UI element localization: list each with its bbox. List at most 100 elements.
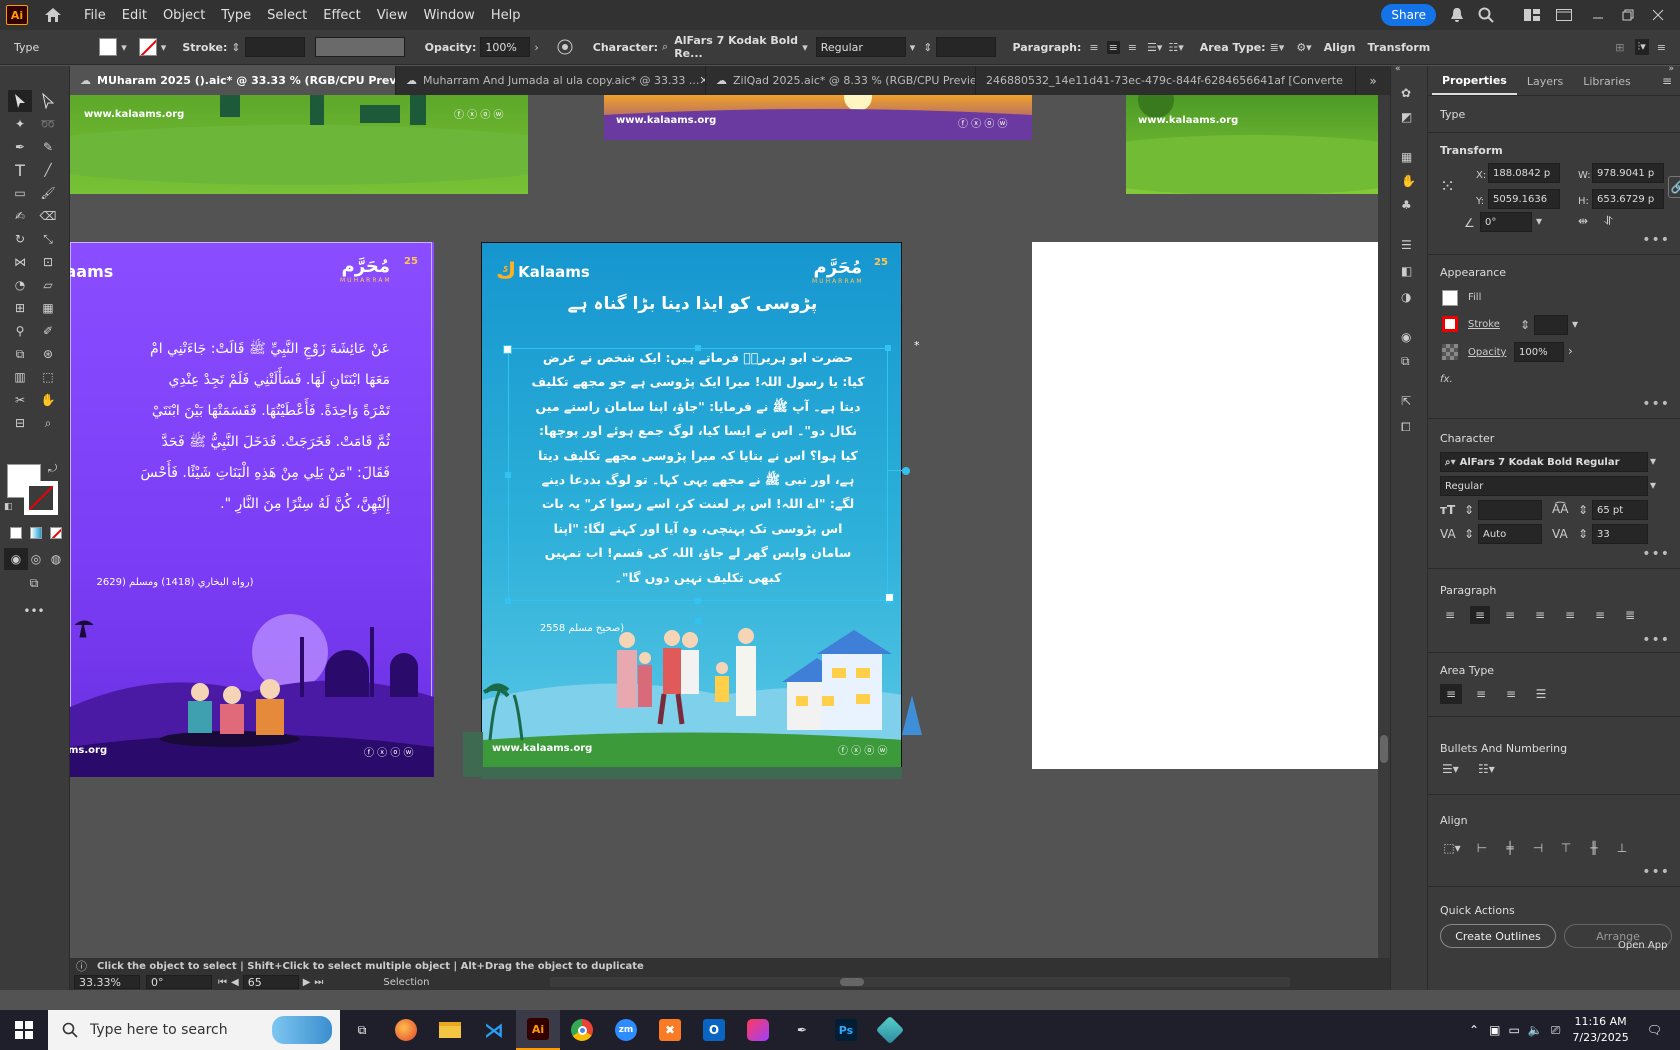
type-tool[interactable]: T — [8, 159, 32, 181]
font-style-select[interactable]: Regular — [815, 37, 906, 57]
tab-libraries[interactable]: Libraries — [1573, 67, 1641, 95]
menu-window[interactable]: Window — [416, 8, 483, 23]
stepper-icon[interactable]: ⇕ — [1520, 318, 1530, 332]
chrome-icon[interactable] — [560, 1010, 604, 1050]
shaper-tool[interactable]: ✍ — [8, 205, 32, 227]
fill-swatch[interactable] — [99, 38, 118, 56]
selection-handle[interactable] — [695, 598, 701, 604]
selection-handle[interactable] — [695, 345, 701, 351]
bell-icon[interactable] — [1450, 7, 1464, 23]
draw-inside-icon[interactable]: ◍ — [44, 548, 68, 570]
color-guide-icon[interactable]: ✿ — [1401, 86, 1411, 100]
more-tabs-icon[interactable]: » — [1356, 66, 1390, 95]
create-outlines-button[interactable]: Create Outlines — [1440, 924, 1556, 948]
align-top-edges-icon[interactable]: ⊤ — [1556, 838, 1576, 858]
zoom-app-icon[interactable]: zm — [604, 1010, 648, 1050]
color-mode-button[interactable] — [10, 527, 22, 539]
paintbrush-tool[interactable]: 🖌 — [36, 182, 60, 204]
justify-center-icon[interactable]: ≡ — [1560, 606, 1580, 624]
network-icon[interactable]: ▭ — [1508, 1023, 1519, 1037]
curvature-tool[interactable]: ✎ — [36, 136, 60, 158]
y-input[interactable]: 5059.1636 — [1488, 189, 1560, 209]
stepper-icon[interactable]: ⇕ — [231, 41, 240, 54]
artboard-top-left[interactable]: www.kalaams.org ⓕ ⓧ ⓞ ⓦ — [70, 95, 528, 194]
transform-link[interactable]: Transform — [1367, 41, 1430, 54]
leading-input[interactable]: 65 pt — [1592, 500, 1648, 520]
stroke-weight-input[interactable] — [244, 37, 305, 57]
area-align-top-icon[interactable]: ≡ — [1440, 684, 1462, 704]
width-tool[interactable]: ⋈ — [8, 251, 32, 273]
scroll-thumb[interactable] — [839, 978, 864, 986]
horizontal-scrollbar[interactable] — [549, 977, 1290, 987]
opacity-label[interactable]: Opacity — [1468, 347, 1506, 358]
swap-colors-icon[interactable]: ⤾ — [48, 462, 57, 476]
volume-icon[interactable]: 🔈 — [1528, 1023, 1543, 1037]
chevron-down-icon[interactable]: ▾ — [910, 41, 916, 54]
text-frame-icon[interactable]: ⫶▾ — [1634, 39, 1649, 55]
artboard-number-select[interactable]: 65 — [242, 975, 299, 989]
task-view-icon[interactable]: ⧉ — [340, 1010, 384, 1050]
angle-input[interactable]: 0° — [1480, 212, 1532, 232]
chevron-down-icon[interactable]: ▾ — [1536, 214, 1542, 228]
firefox-icon[interactable] — [384, 1010, 428, 1050]
none-mode-button[interactable] — [50, 527, 62, 539]
align-vertical-center-icon[interactable]: ╫ — [1584, 838, 1604, 858]
font-family-select[interactable]: AlFars 7 Kodak Bold Re... — [670, 34, 803, 60]
numbering-icon[interactable]: ☷▾ — [1478, 762, 1495, 776]
justify-right-icon[interactable]: ≡ — [1590, 606, 1610, 624]
tray-app-icon[interactable]: ▣ — [1489, 1023, 1500, 1037]
selected-text-frame[interactable] — [508, 348, 888, 601]
align-right-icon[interactable]: ≡ — [1500, 606, 1520, 624]
rotate-tool[interactable]: ↻ — [8, 228, 32, 250]
file-explorer-icon[interactable] — [428, 1010, 472, 1050]
menu-file[interactable]: File — [76, 8, 114, 23]
menu-type[interactable]: Type — [213, 8, 259, 23]
zoom-tool[interactable]: ⌕ — [36, 412, 60, 434]
brushes-icon[interactable]: ✋ — [1401, 174, 1416, 188]
graph-tool[interactable]: ▥ — [8, 366, 32, 388]
tracking-input[interactable]: 33 — [1592, 524, 1648, 544]
workspace-icon[interactable] — [1524, 9, 1540, 21]
artboard-teal[interactable]: ك Kalaams مُحَرَّم MUHARRAM 25 پڑوسی کو … — [481, 242, 902, 769]
stepper-icon[interactable]: ⇕ — [923, 41, 932, 54]
clock[interactable]: 11:16 AM 7/23/2025 — [1572, 1014, 1628, 1046]
stepper-icon[interactable]: ⇕ — [1464, 503, 1474, 517]
stroke-swatch[interactable] — [1442, 316, 1458, 332]
font-size-input[interactable] — [1478, 500, 1542, 520]
swatches-icon[interactable]: ▦ — [1401, 150, 1412, 164]
default-colors-icon[interactable]: ◧ — [4, 502, 13, 512]
font-search-icon[interactable]: ⌕ — [662, 40, 668, 54]
reference-point-icon[interactable]: ⁙ — [1440, 176, 1455, 197]
selection-handle[interactable] — [885, 345, 891, 351]
vscode-icon[interactable]: ⋊ — [472, 1010, 516, 1050]
scroll-thumb[interactable] — [1380, 735, 1388, 763]
area-justify-icon[interactable]: ☰ — [1530, 684, 1552, 704]
collapse-panel-icon[interactable]: » — [1668, 64, 1674, 74]
chevron-down-icon[interactable]: ▾ — [161, 41, 167, 54]
artboards-panel-icon[interactable]: ⧠ — [1401, 420, 1411, 435]
notification-icon[interactable]: 🗨 — [1647, 1023, 1662, 1037]
mesh-tool[interactable]: ⊞ — [8, 297, 32, 319]
constrain-link-icon[interactable]: 🔗 — [1668, 176, 1680, 198]
export-icon[interactable]: ⇱ — [1401, 394, 1411, 408]
scale-tool[interactable]: ⤡ — [36, 228, 60, 250]
chevron-down-icon[interactable]: ▾ — [1650, 478, 1656, 492]
selection-handle[interactable] — [695, 618, 701, 624]
recolor-icon[interactable] — [557, 39, 573, 55]
rotation-handle[interactable] — [902, 467, 910, 475]
vertical-scrollbar[interactable] — [1378, 95, 1390, 958]
isolate-icon[interactable]: ⊞ — [1615, 41, 1624, 54]
align-left-icon[interactable]: ≡ — [1440, 606, 1460, 624]
chevron-right-icon[interactable]: › — [1568, 344, 1573, 358]
stepper-icon[interactable]: ⇕ — [1464, 527, 1474, 541]
rotation-select[interactable]: 0° — [146, 975, 212, 989]
menu-object[interactable]: Object — [155, 8, 213, 23]
stepper-icon[interactable]: ⇕ — [1578, 503, 1588, 517]
area-type-options-icon[interactable]: ≣▾ — [1270, 41, 1285, 54]
h-input[interactable]: 653.6729 p — [1592, 189, 1664, 209]
flip-horizontal-icon[interactable]: ⇹ — [1578, 214, 1588, 228]
area-align-center-icon[interactable]: ≡ — [1470, 684, 1492, 704]
chevron-down-icon[interactable]: ▾ — [121, 41, 127, 54]
symbol-sprayer-tool[interactable]: ⊛ — [36, 343, 60, 365]
stroke-panel-icon[interactable]: ☰ — [1401, 238, 1412, 252]
